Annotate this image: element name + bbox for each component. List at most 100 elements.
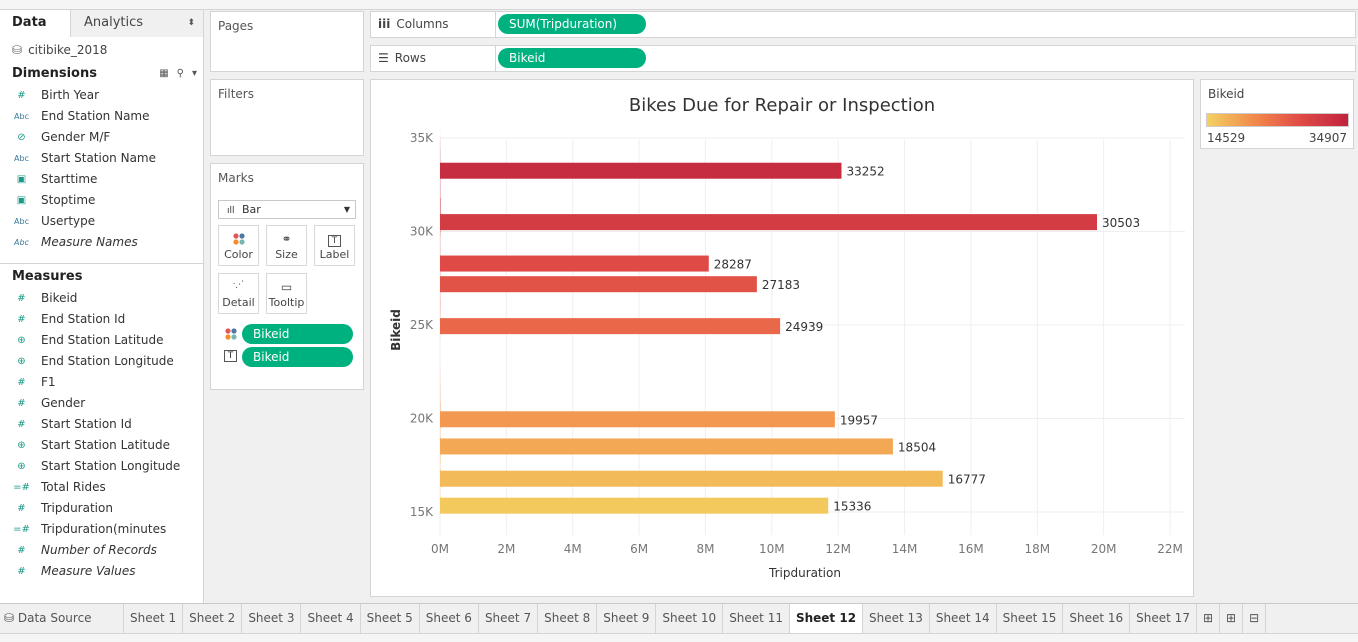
abc-icon: Abc [14, 238, 29, 247]
sheet-tab[interactable]: Sheet 4 [301, 604, 361, 633]
pages-card[interactable]: Pages [210, 11, 364, 72]
y-tick-label: 30K [410, 225, 434, 239]
mark-type-dropdown[interactable]: ıll Bar ▼ [218, 200, 356, 219]
columns-pill[interactable]: SUM(Tripduration) [498, 14, 646, 34]
field-label: Stoptime [41, 193, 96, 207]
sheet-tab-label: Sheet 17 [1136, 611, 1190, 625]
field-item[interactable]: # Measure Values [0, 561, 203, 582]
field-item[interactable]: # Number of Records [0, 540, 203, 561]
tooltip-button[interactable]: ▭ Tooltip [266, 273, 307, 314]
color-legend[interactable]: Bikeid 14529 34907 [1200, 79, 1354, 149]
top-toolbar-strip [0, 0, 1358, 10]
sheet-tab[interactable]: Sheet 10 [656, 604, 724, 633]
field-label: Starttime [41, 172, 98, 186]
menu-dropdown-icon[interactable]: ▾ [192, 63, 197, 85]
field-item[interactable]: ⊘ Gender M/F [0, 127, 203, 148]
field-item[interactable]: =# Tripduration(minutes [0, 519, 203, 540]
measures-title: Measures [12, 269, 83, 284]
data-label: 30503 [1102, 216, 1140, 230]
tab-data-source[interactable]: ⛁ Data Source [0, 604, 124, 633]
datasource-item[interactable]: ⛁ citibike_2018 [0, 37, 203, 63]
field-item[interactable]: ⊕ Start Station Longitude [0, 456, 203, 477]
field-label: Measure Names [41, 235, 138, 249]
x-tick-label: 2M [497, 542, 515, 556]
field-item[interactable]: ⊕ End Station Latitude [0, 330, 203, 351]
sheet-tab[interactable]: Sheet 15 [997, 604, 1064, 633]
sheet-tab[interactable]: Sheet 5 [361, 604, 420, 633]
search-icon[interactable]: ⚲ [177, 63, 184, 85]
sheet-tab[interactable]: Sheet 7 [479, 604, 539, 633]
columns-shelf-label: iii Columns [371, 12, 496, 37]
field-item[interactable]: # Bikeid [0, 288, 203, 309]
view-list-icon[interactable]: ▦ [159, 63, 168, 85]
field-item[interactable]: # Gender [0, 393, 203, 414]
sheet-tab[interactable]: Sheet 1 [124, 604, 184, 633]
mark-type-value: Bar [242, 203, 261, 216]
sheet-tab-label: Sheet 6 [425, 611, 472, 625]
label-button[interactable]: T Label [314, 225, 355, 266]
number-icon: # [17, 545, 26, 556]
rows-shelf[interactable]: ☰ Rows Bikeid [370, 45, 1356, 72]
sheet-tab-label: Sheet 1 [130, 611, 177, 625]
x-tick-label: 4M [564, 542, 582, 556]
marks-title: Marks [218, 171, 254, 185]
field-item[interactable]: ⊕ Start Station Latitude [0, 435, 203, 456]
color-label: Color [224, 248, 253, 261]
sheet-tab[interactable]: Sheet 17 [1130, 604, 1197, 633]
columns-shelf[interactable]: iii Columns SUM(Tripduration) [370, 11, 1356, 38]
field-item[interactable]: Abc Measure Names [0, 232, 203, 253]
field-item[interactable]: ▣ Stoptime [0, 190, 203, 211]
sheet-tab[interactable]: Sheet 12 [789, 604, 864, 633]
label-bikeid-pill[interactable]: Bikeid [242, 347, 353, 367]
new-dashboard-icon[interactable]: ⊞ [1220, 604, 1244, 633]
sheet-tab[interactable]: Sheet 11 [723, 604, 790, 633]
field-item[interactable]: Abc Start Station Name [0, 148, 203, 169]
field-label: Start Station Id [41, 417, 132, 431]
new-worksheet-icon[interactable]: ⊞ [1197, 604, 1221, 633]
dimensions-title: Dimensions [12, 66, 97, 81]
sheet-tab[interactable]: Sheet 9 [597, 604, 657, 633]
abc-icon: Abc [14, 217, 29, 226]
sheet-tab[interactable]: Sheet 8 [538, 604, 598, 633]
sheet-tab-label: Data Source [17, 611, 92, 625]
sheet-tab[interactable]: Sheet 14 [930, 604, 997, 633]
field-item[interactable]: Abc Usertype [0, 211, 203, 232]
color-bikeid-pill[interactable]: Bikeid [242, 324, 353, 344]
field-item[interactable]: Abc End Station Name [0, 106, 203, 127]
sheet-tab[interactable]: Sheet 13 [863, 604, 930, 633]
field-item[interactable]: ⊕ End Station Longitude [0, 351, 203, 372]
data-label: 19957 [840, 413, 878, 427]
y-tick-label: 35K [410, 131, 434, 145]
field-label: Total Rides [41, 480, 106, 494]
detail-button[interactable]: ᐧ⋰ Detail [218, 273, 259, 314]
sheet-tab[interactable]: Sheet 16 [1063, 604, 1131, 633]
sheet-tab[interactable]: Sheet 6 [420, 604, 479, 633]
sheet-tab[interactable]: Sheet 2 [183, 604, 243, 633]
size-button[interactable]: ⚭ Size [266, 225, 307, 266]
legend-title: Bikeid [1208, 87, 1245, 101]
calendar-icon: ▣ [16, 174, 27, 185]
field-label: End Station Longitude [41, 354, 174, 368]
field-item[interactable]: # Start Station Id [0, 414, 203, 435]
field-item[interactable]: # End Station Id [0, 309, 203, 330]
size-icon: ⚭ [281, 232, 292, 246]
field-item[interactable]: # Tripduration [0, 498, 203, 519]
field-item[interactable]: # F1 [0, 372, 203, 393]
y-axis-title: Bikeid [389, 309, 403, 351]
new-story-icon[interactable]: ⊟ [1243, 604, 1267, 633]
field-item[interactable]: # Birth Year [0, 85, 203, 106]
rows-pill[interactable]: Bikeid [498, 48, 646, 68]
tooltip-icon: ▭ [280, 280, 293, 294]
field-item[interactable]: =# Total Rides [0, 477, 203, 498]
filters-card[interactable]: Filters [210, 79, 364, 156]
tab-analytics[interactable]: Analytics ⬍ [71, 10, 203, 37]
sheet-tab[interactable]: Sheet 3 [242, 604, 302, 633]
tab-data[interactable]: Data [0, 10, 71, 37]
color-button[interactable]: Color [218, 225, 259, 266]
tooltip-label: Tooltip [268, 296, 305, 309]
bar-chart[interactable]: Bikes Due for Repair or Inspection 0M 2M 4M… [371, 80, 1193, 596]
text-encoding-icon: T [224, 350, 237, 362]
field-item[interactable]: ▣ Starttime [0, 169, 203, 190]
x-tick-label: 16M [958, 542, 984, 556]
calendar-icon: ▣ [16, 195, 27, 206]
